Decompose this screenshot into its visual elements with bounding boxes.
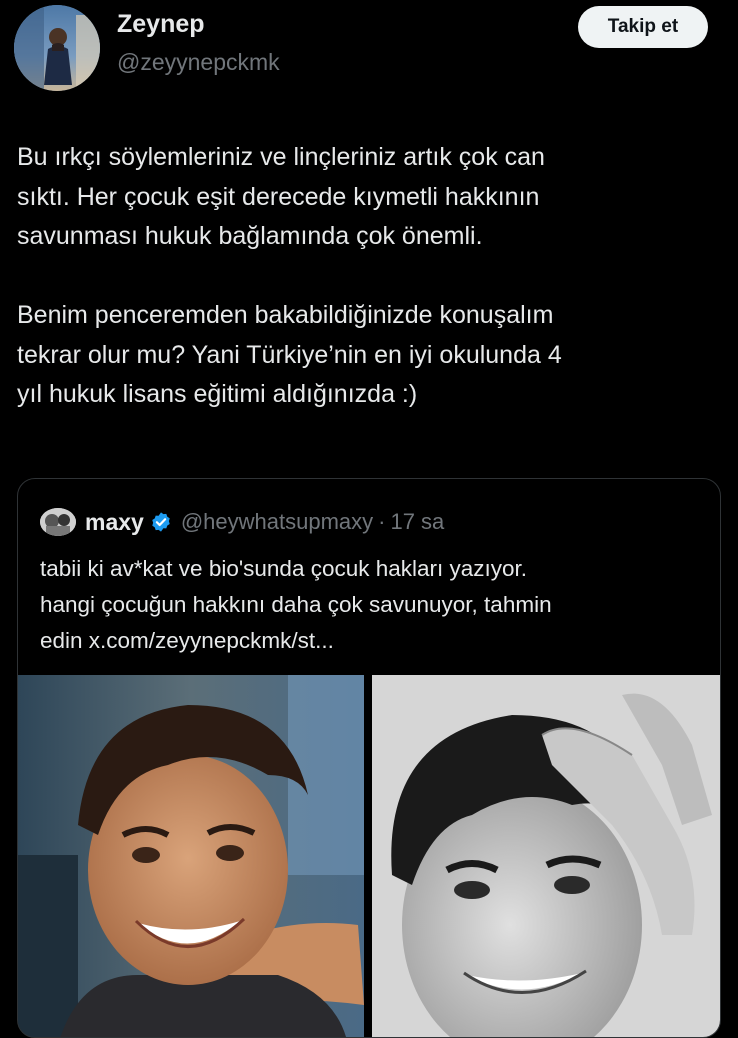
profile-photo-icon	[14, 5, 100, 91]
author-handle[interactable]: @zeyynepckmk	[117, 49, 280, 76]
quoted-author-handle[interactable]: @heywhatsupmaxy	[181, 509, 373, 535]
author-display-name[interactable]: Zeynep	[117, 10, 205, 39]
photo-child-smiling-icon	[18, 675, 364, 1037]
tweet-paragraph: Bu ırkçı söylemleriniz ve linçleriniz ar…	[17, 143, 545, 250]
verified-badge-icon	[152, 512, 170, 532]
quoted-author-name[interactable]: maxy	[85, 509, 144, 536]
separator-dot: ·	[378, 509, 386, 534]
quoted-tweet-card[interactable]: maxy @heywhatsupmaxy · 17 sa tabii ki av…	[17, 478, 721, 1038]
tweet-text: Bu ırkçı söylemleriniz ve linçleriniz ar…	[17, 138, 717, 415]
quoted-tweet-time[interactable]: 17 sa	[390, 509, 444, 535]
tweet-paragraph: Benim penceremden bakabildiğinizde konuş…	[17, 301, 562, 408]
photo-teen-grayscale-icon	[372, 675, 720, 1037]
quoted-tweet-header: maxy @heywhatsupmaxy · 17 sa	[40, 507, 444, 537]
follow-button[interactable]: Takip et	[578, 6, 708, 48]
profile-photo-icon	[40, 508, 76, 536]
quoted-media-photo-2[interactable]	[372, 675, 720, 1037]
quoted-author-avatar[interactable]	[40, 508, 76, 536]
quoted-media-photo-1[interactable]	[18, 675, 364, 1037]
author-avatar[interactable]	[14, 5, 100, 91]
quoted-tweet-text: tabii ki av*kat ve bio'sunda çocuk hakla…	[40, 556, 552, 653]
